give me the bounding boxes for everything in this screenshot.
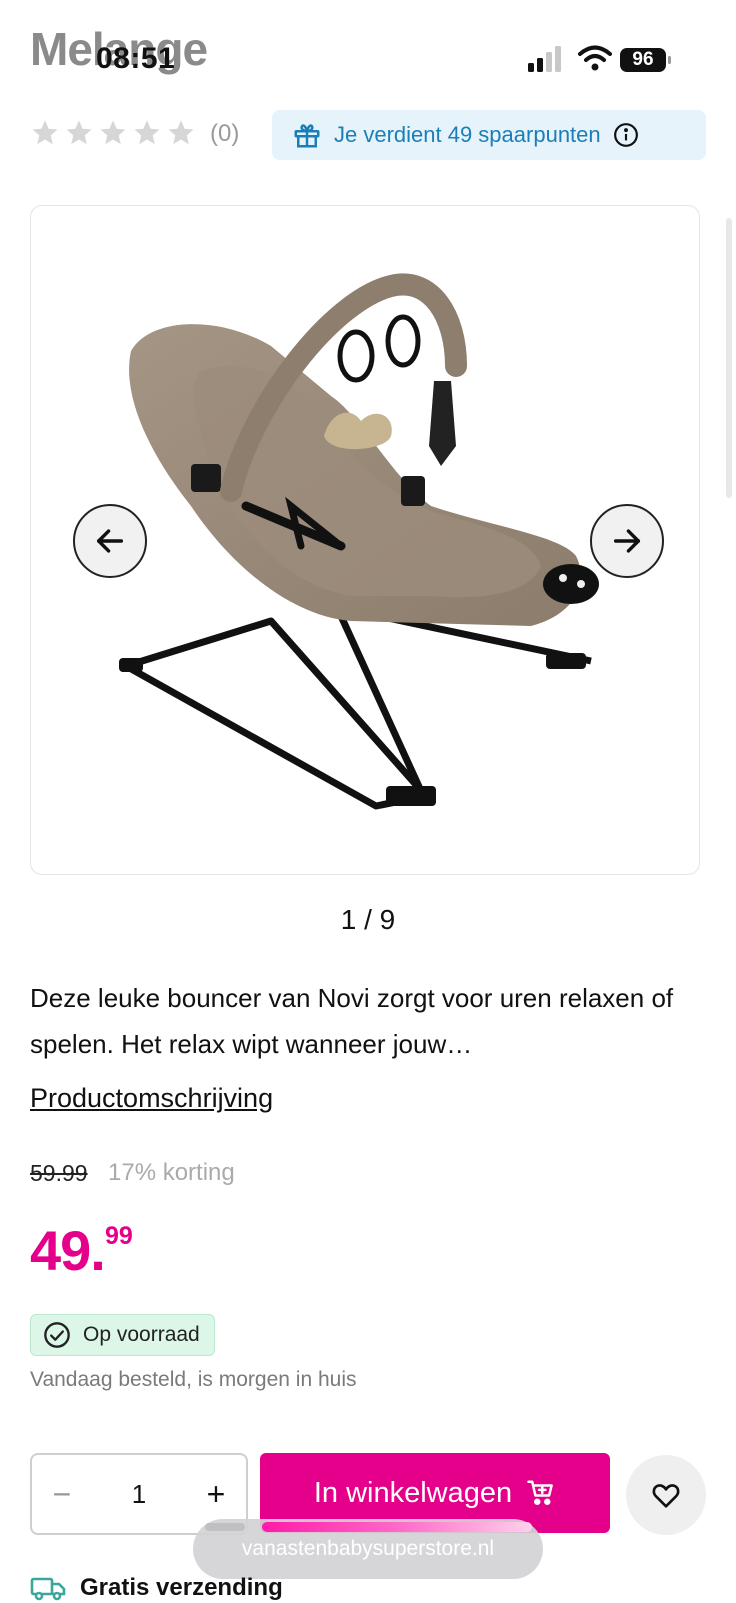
info-icon[interactable] bbox=[613, 122, 639, 148]
arrow-right-icon bbox=[613, 529, 641, 553]
quantity-decrease-button[interactable]: − bbox=[32, 1476, 92, 1513]
star-icon bbox=[134, 120, 160, 145]
wishlist-button[interactable] bbox=[626, 1455, 706, 1535]
quantity-increase-button[interactable]: + bbox=[186, 1476, 246, 1513]
browser-url: vanastenbabysuperstore.nl bbox=[241, 1537, 495, 1560]
battery-level: 96 bbox=[632, 49, 654, 70]
points-banner[interactable]: Je verdient 49 spaarpunten bbox=[272, 110, 706, 160]
points-text: Je verdient 49 spaarpunten bbox=[334, 122, 601, 147]
star-icon bbox=[100, 120, 126, 145]
star-icon bbox=[168, 120, 194, 145]
status-time: 08:51 bbox=[96, 42, 176, 75]
rating-stars[interactable] bbox=[30, 118, 196, 148]
discount-label: 17% korting bbox=[108, 1159, 235, 1186]
stock-badge: Op voorraad bbox=[30, 1314, 215, 1356]
quantity-value[interactable]: 1 bbox=[132, 1479, 146, 1510]
free-shipping-row: Gratis verzending bbox=[30, 1573, 283, 1603]
image-counter: 1 / 9 bbox=[340, 904, 396, 935]
heart-icon bbox=[652, 1484, 680, 1508]
free-shipping-label: Gratis verzending bbox=[80, 1574, 283, 1601]
product-description-link[interactable]: Productomschrijving bbox=[30, 1083, 273, 1114]
arrow-left-icon bbox=[96, 529, 124, 553]
cellular-signal-icon bbox=[528, 46, 561, 72]
address-bar-handle bbox=[205, 1523, 245, 1531]
delivery-note: Vandaag besteld, is morgen in huis bbox=[30, 1368, 357, 1391]
page-scrollbar[interactable] bbox=[726, 218, 732, 498]
check-circle-icon bbox=[44, 1322, 70, 1348]
gift-icon bbox=[294, 124, 320, 148]
current-price-cents: 99 bbox=[105, 1222, 133, 1250]
stock-label: Op voorraad bbox=[83, 1323, 200, 1346]
add-to-cart-label: In winkelwagen bbox=[313, 1476, 513, 1509]
star-icon bbox=[32, 120, 58, 145]
original-price: 59.99 bbox=[30, 1160, 88, 1186]
next-image-button[interactable] bbox=[590, 504, 664, 578]
rating-count[interactable]: (0) bbox=[210, 120, 239, 148]
page-load-progress bbox=[262, 1522, 532, 1532]
current-price: 49. bbox=[30, 1219, 106, 1282]
truck-icon bbox=[30, 1577, 66, 1601]
previous-image-button[interactable] bbox=[73, 504, 147, 578]
product-description: Deze leuke bouncer van Novi zorgt voor u… bbox=[30, 983, 674, 1059]
battery-indicator: 96 bbox=[620, 46, 674, 74]
star-icon bbox=[66, 120, 92, 145]
cart-icon bbox=[527, 1480, 554, 1505]
wifi-icon bbox=[578, 45, 612, 71]
